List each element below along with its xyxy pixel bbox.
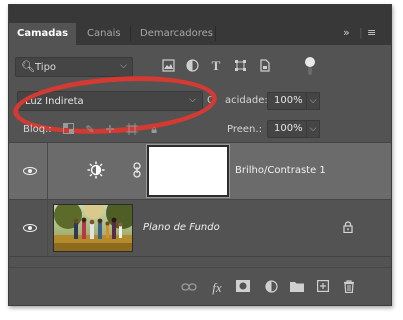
opacity-dropdown-button[interactable]: ⌵ — [306, 92, 320, 110]
toggle-knob — [305, 57, 315, 67]
filter-toggle-switch[interactable] — [305, 57, 315, 77]
column-divider — [47, 200, 48, 256]
fx-icon[interactable]: fx — [209, 280, 225, 296]
search-icon: 🔍︎ — [21, 60, 35, 73]
adjustment-circle-icon[interactable] — [185, 59, 199, 73]
opacity-label: acidade: — [225, 95, 268, 106]
new-layer-icon[interactable] — [315, 280, 331, 296]
visibility-eye-icon[interactable] — [23, 223, 37, 233]
layer-row-plano-de-fundo[interactable]: Plano de Fundo — [9, 200, 391, 256]
eye-pupil — [28, 169, 32, 173]
chevron-down-icon: ⌵ — [120, 61, 127, 71]
column-divider — [47, 143, 48, 199]
tab-divider: | — [359, 26, 363, 39]
layer-filter-select[interactable]: 🔍︎ Tipo ⌵ — [15, 57, 133, 77]
smart-object-icon[interactable] — [257, 59, 271, 73]
eye-pupil — [28, 226, 32, 230]
tab-canais[interactable]: Canais — [79, 23, 129, 45]
divider — [9, 256, 391, 257]
fill-input[interactable]: 100% — [267, 120, 307, 138]
tab-divider — [130, 26, 131, 41]
lock-artboard-icon[interactable] — [125, 123, 139, 137]
adjustment-layer-icon[interactable] — [263, 280, 279, 296]
link-icon[interactable] — [181, 280, 197, 296]
layer-locked-icon[interactable] — [343, 221, 353, 236]
toggle-track — [308, 67, 312, 75]
fill-dropdown-button[interactable]: ⌵ — [306, 120, 320, 138]
add-mask-icon[interactable] — [235, 280, 251, 296]
lock-position-icon[interactable]: ✛ — [103, 123, 117, 137]
screenshot-canvas: Camadas Canais Demarcadores » | ≡ 🔍︎ Tip… — [0, 0, 403, 320]
mask-link-icon[interactable] — [133, 162, 141, 181]
panel-tab-bar: Camadas Canais Demarcadores » | ≡ — [9, 5, 391, 45]
transform-icon[interactable] — [233, 59, 247, 73]
image-icon[interactable] — [161, 59, 175, 73]
opacity-input[interactable]: 100% — [267, 92, 307, 110]
panel-bottom-toolbar: fx — [9, 267, 391, 305]
folder-icon[interactable] — [289, 280, 305, 296]
panel-menu-icon[interactable]: ≡ — [367, 26, 376, 39]
fill-label: Preen.: — [227, 124, 262, 135]
type-T-icon[interactable]: T — [209, 59, 223, 73]
layer-row-brilho-contraste[interactable]: Brilho/Contraste 1 — [9, 143, 391, 199]
lock-all-icon[interactable]: 🔒︎ — [147, 123, 161, 137]
layer-name[interactable]: Brilho/Contraste 1 — [235, 165, 326, 176]
tab-divider — [215, 26, 216, 41]
filter-value: Tipo — [35, 62, 57, 73]
layer-name[interactable]: Plano de Fundo — [143, 222, 220, 233]
tab-demarcadores[interactable]: Demarcadores — [132, 23, 221, 45]
lock-pixels-icon[interactable] — [61, 123, 75, 137]
visibility-eye-icon[interactable] — [23, 166, 37, 176]
lock-paint-icon[interactable]: ✎ — [83, 123, 97, 137]
trash-icon[interactable] — [341, 280, 357, 296]
layers-panel: Camadas Canais Demarcadores » | ≡ 🔍︎ Tip… — [8, 4, 392, 306]
brightness-contrast-icon — [87, 161, 105, 183]
collapse-panel-icon[interactable]: » — [343, 26, 350, 39]
lock-label: Bloq.: — [23, 124, 52, 135]
tab-camadas[interactable]: Camadas — [9, 23, 77, 45]
layer-mask-thumbnail[interactable] — [146, 144, 230, 198]
layer-image-thumbnail[interactable] — [53, 204, 133, 252]
